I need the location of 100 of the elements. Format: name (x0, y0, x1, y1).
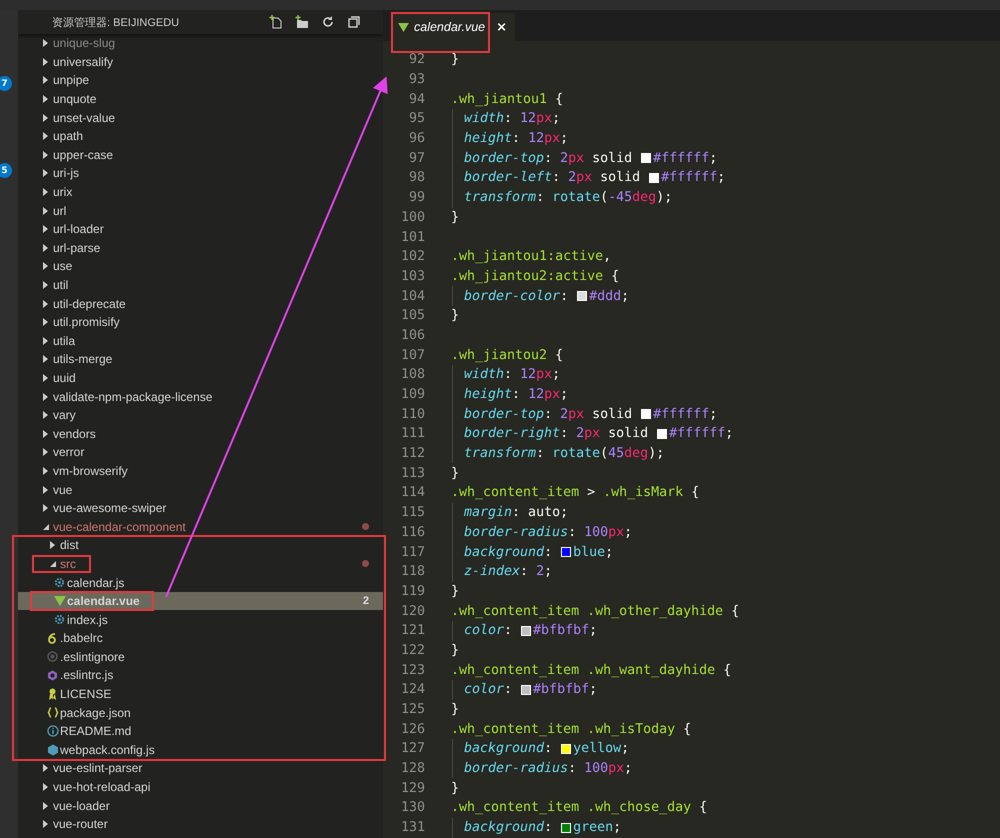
folder-row[interactable]: url-loader (18, 220, 383, 239)
folder-row[interactable]: vendors (18, 424, 383, 444)
line-number: 110 (400, 406, 425, 422)
folder-row[interactable]: vm-browserify (18, 462, 383, 480)
folder-row[interactable]: vue-awesome-swiper (18, 498, 383, 518)
folder-row[interactable]: verror (18, 443, 383, 462)
refresh-icon[interactable] (321, 15, 335, 29)
code-text: } (451, 702, 460, 718)
modified-dot (362, 523, 369, 530)
file-row[interactable]: .eslintignore (18, 648, 383, 666)
tab-label: calendar.vue (414, 20, 486, 34)
color-swatch[interactable] (561, 547, 572, 558)
folder-row[interactable]: vue-router (18, 814, 383, 834)
color-swatch[interactable] (521, 626, 532, 636)
folder-row[interactable]: urix (18, 182, 383, 202)
file-row[interactable]: index.js (18, 610, 383, 629)
color-swatch[interactable] (577, 291, 588, 302)
color-swatch[interactable] (649, 172, 660, 183)
file-row[interactable]: README.md (18, 722, 383, 741)
color-swatch[interactable] (521, 684, 532, 695)
file-row[interactable]: webpack.config.js (18, 740, 383, 760)
tree-item-label: util.promisify (53, 315, 120, 330)
line-number: 126 (400, 722, 425, 737)
tree-item-label: upper-case (53, 148, 114, 162)
color-swatch[interactable] (641, 409, 652, 420)
file-row[interactable]: calendar.vue 2 (18, 592, 383, 610)
folder-row[interactable]: vue-hot-reload-api (18, 778, 383, 796)
line-number: 104 (400, 288, 425, 304)
code-text: } (451, 210, 460, 225)
code-text: border-right: 2px solid (464, 426, 650, 442)
folder-row[interactable]: unquote (18, 90, 383, 108)
code-text: blue; (573, 544, 614, 560)
line-number: 95 (408, 111, 425, 126)
code-text: #ffffff; (669, 426, 734, 442)
tree-item-label: dist (60, 538, 79, 552)
folder-row[interactable]: dist (18, 536, 383, 555)
folder-row[interactable]: universalify (18, 52, 383, 72)
color-swatch[interactable] (561, 744, 572, 754)
folder-row[interactable]: upath (18, 126, 383, 146)
collapse-all-icon[interactable] (347, 15, 361, 29)
code-text: .wh_jiantou2 { (451, 348, 564, 363)
code-text: background: (464, 741, 554, 756)
folder-row[interactable]: vue (18, 480, 383, 499)
tree-item-label: uri-js (53, 166, 79, 180)
folder-row[interactable]: util.promisify (18, 312, 383, 332)
folder-row[interactable]: unique-slug (18, 34, 383, 53)
tree-item-label: vendors (53, 426, 96, 441)
folder-row[interactable]: vary (18, 406, 383, 424)
line-number: 125 (400, 702, 425, 718)
tree-item-label: utils-merge (53, 352, 112, 366)
folder-row[interactable]: vue-calendar-component (18, 517, 383, 536)
folder-row[interactable]: utila (18, 332, 383, 350)
code-text: #ffffff; (661, 170, 726, 186)
line-number: 109 (400, 387, 425, 402)
folder-row[interactable]: uuid (18, 368, 383, 388)
file-row[interactable]: calendar.js (18, 573, 383, 592)
code-text: border-top: 2px solid (464, 150, 634, 166)
code-text: yellow; (573, 741, 630, 756)
tree-item-label: util (53, 278, 68, 292)
code-text: transform: rotate(45deg); (464, 446, 664, 462)
folder-row[interactable]: utils-merge (18, 350, 383, 369)
folder-row[interactable]: uri-js (18, 164, 383, 183)
code-text: margin: auto; (464, 505, 568, 520)
editor-tab[interactable]: calendar.vue × (392, 13, 516, 41)
code-text: .wh_content_item .wh_chose_day { (451, 800, 708, 816)
line-number: 111 (400, 426, 425, 442)
tree-item-label: package.json (60, 706, 131, 720)
folder-row[interactable]: validate-npm-package-license (18, 387, 383, 406)
code-text: width: 12px; (464, 111, 560, 126)
folder-row[interactable]: url-parse (18, 238, 383, 258)
folder-row[interactable]: util-deprecate (18, 294, 383, 313)
folder-row[interactable]: vue-eslint-parser (18, 759, 383, 778)
line-number: 128 (400, 761, 425, 776)
notification-badge: 5 (0, 163, 12, 178)
line-number: 117 (400, 544, 425, 560)
line-number: 122 (400, 642, 425, 658)
color-swatch[interactable] (641, 153, 652, 164)
line-number: 105 (400, 308, 425, 324)
folder-row[interactable]: url (18, 201, 383, 220)
folder-row[interactable]: vue-loader (18, 796, 383, 815)
line-number: 108 (400, 367, 425, 382)
color-swatch[interactable] (657, 428, 668, 439)
new-file-icon[interactable] (269, 15, 283, 29)
code-text: .wh_jiantou2:active { (451, 268, 620, 284)
folder-row[interactable]: src (18, 554, 383, 574)
folder-row[interactable]: unpipe (18, 71, 383, 90)
folder-row[interactable]: unset-value (18, 108, 383, 127)
file-row[interactable]: package.json (18, 703, 383, 722)
line-number: 123 (400, 662, 425, 678)
code-text: color: (464, 682, 514, 698)
folder-row[interactable]: util (18, 276, 383, 294)
folder-row[interactable]: use (18, 257, 383, 276)
new-folder-icon[interactable] (295, 15, 309, 29)
color-swatch[interactable] (561, 822, 572, 833)
file-row[interactable]: LICENSE (18, 684, 383, 704)
tree-item-label: vue (53, 482, 72, 497)
file-row[interactable]: .babelrc (18, 629, 383, 648)
folder-row[interactable]: upper-case (18, 146, 383, 164)
file-row[interactable]: .eslintrc.js (18, 666, 383, 685)
close-button[interactable]: × (496, 20, 508, 34)
